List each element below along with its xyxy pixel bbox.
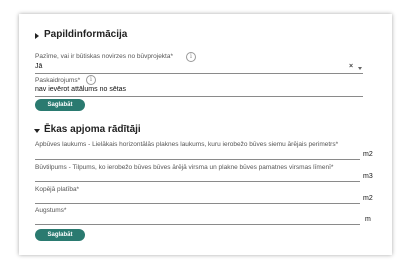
mark-question-label: Pazīme, vai ir būtiskas novirzes no būvp… xyxy=(35,53,174,60)
info-icon[interactable]: i xyxy=(186,52,196,62)
mark-question-select-value[interactable]: Jā xyxy=(35,63,42,70)
expand-triangle-icon[interactable] xyxy=(34,129,40,133)
total-area-unit: m2 xyxy=(363,195,373,202)
explanation-input[interactable]: nav ievērot attālums no sētas xyxy=(35,86,126,93)
section-title-building[interactable]: Ēkas apjoma rādītāji xyxy=(44,124,141,135)
mark-question-underline xyxy=(35,73,363,74)
height-label: Augstums* xyxy=(35,207,67,214)
explanation-underline xyxy=(35,96,363,97)
section-title-additional[interactable]: Papildinformācija xyxy=(44,29,127,40)
height-unit: m xyxy=(365,216,371,223)
clear-selection-icon[interactable]: × xyxy=(349,63,353,70)
volume-unit: m3 xyxy=(363,173,373,180)
built-area-unit: m2 xyxy=(363,151,373,158)
save-button-additional[interactable]: Saglabāt xyxy=(35,99,85,111)
info-icon[interactable]: i xyxy=(86,75,96,85)
form-card: Papildinformācija Pazīme, vai ir būtiska… xyxy=(19,14,392,255)
collapse-triangle-icon[interactable] xyxy=(35,33,39,39)
explanation-label: Paskaidrojums* xyxy=(35,77,81,84)
volume-input[interactable] xyxy=(35,181,360,182)
built-area-input[interactable] xyxy=(35,159,360,160)
chevron-down-icon[interactable] xyxy=(358,67,362,70)
total-area-label: Kopējā platība* xyxy=(35,186,80,193)
total-area-input[interactable] xyxy=(35,203,360,204)
save-button-building[interactable]: Saglabāt xyxy=(35,229,85,241)
height-input[interactable] xyxy=(35,224,360,225)
volume-label: Būvtilpums - Tilpums, ko ierobežo būves … xyxy=(35,164,334,171)
built-area-label: Apbūves laukums - Lielākais horizontālās… xyxy=(35,141,339,148)
